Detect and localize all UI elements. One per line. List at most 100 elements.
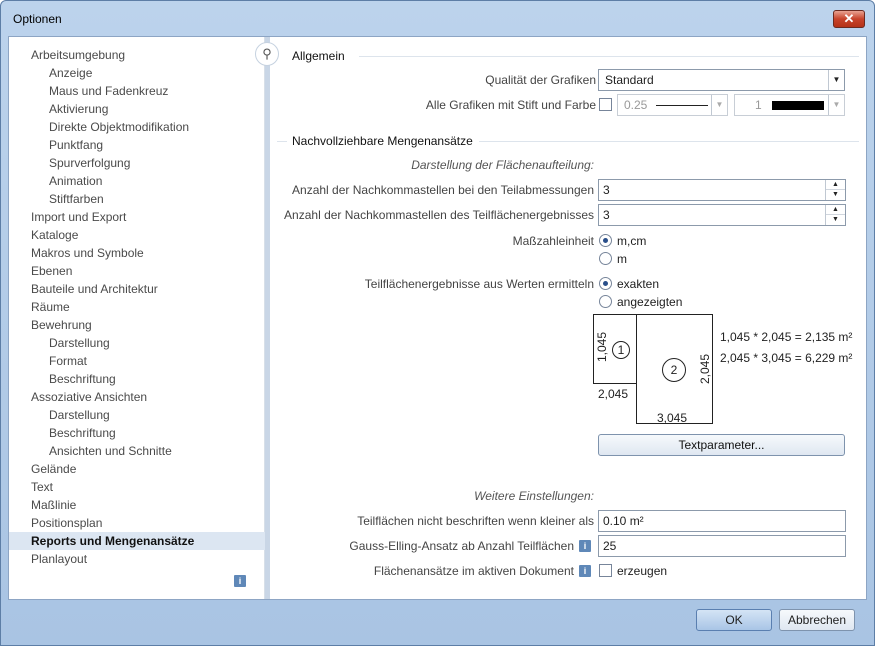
sidebar-item[interactable]: Spurverfolgung	[49, 154, 130, 172]
info-icon[interactable]: i	[234, 575, 246, 587]
chevron-down-icon: ▼	[711, 95, 727, 115]
left-width-label: 2,045	[598, 387, 629, 401]
left-height-label: 1,045	[595, 331, 609, 362]
options-sidebar: i Arbeitsumgebung Anzeige Maus und Fadenkr…	[9, 37, 265, 599]
sidebar-item[interactable]: Maus und Fadenkreuz	[49, 82, 168, 100]
quality-label: Qualität der Grafiken	[485, 73, 596, 87]
sidebar-item[interactable]: Reports und Mengenansätze	[9, 532, 265, 550]
sidebar-item[interactable]: Ebenen	[31, 262, 72, 280]
divider	[359, 56, 859, 57]
calc-label: Teilflächenergebnisse aus Werten ermitte…	[364, 277, 594, 291]
title-bar[interactable]: Optionen ✕	[1, 1, 874, 35]
area-label-1: 1	[612, 341, 630, 359]
flaechenaufteilung-subheading: Darstellung der Flächenaufteilung:	[411, 158, 594, 172]
info-icon[interactable]: i	[579, 565, 591, 577]
sidebar-item[interactable]: Darstellung	[49, 406, 110, 424]
calc-option-angezeigten[interactable]: angezeigten	[617, 295, 682, 309]
dialog-body: i Arbeitsumgebung Anzeige Maus und Fadenkr…	[8, 36, 867, 600]
sidebar-item[interactable]: Import und Export	[31, 208, 126, 226]
gauss-input[interactable]: 25	[598, 535, 846, 557]
sidebar-item[interactable]: Stiftfarben	[49, 190, 104, 208]
right-width-label: 3,045	[657, 411, 688, 425]
quality-value: Standard	[605, 73, 654, 87]
sidebar-item[interactable]: Animation	[49, 172, 102, 190]
divider	[277, 141, 287, 142]
stepper-buttons: ▲ ▼	[825, 205, 845, 225]
area-split-diagram: 1 2 1,045 2,045 2,045 3,045 1,045 * 2,04…	[593, 314, 863, 429]
chevron-down-icon: ▼	[828, 70, 844, 90]
color-dropdown[interactable]: 1 ▼	[734, 94, 845, 116]
pen-color-checkbox[interactable]	[599, 98, 612, 111]
sidebar-item[interactable]: Anzeige	[49, 64, 92, 82]
options-dialog: Optionen ✕ i Arbeitsumgebung Anzeige Maus …	[0, 0, 875, 646]
sidebar-item[interactable]: Darstellung	[49, 334, 110, 352]
min-area-input[interactable]: 0.10 m²	[598, 510, 846, 532]
pen-line-preview	[656, 105, 708, 106]
sidebar-item[interactable]: Format	[49, 352, 87, 370]
info-icon[interactable]: i	[579, 540, 591, 552]
calc-radio-angezeigten[interactable]	[599, 295, 612, 308]
section-mengenansaetze: Nachvollziehbare Mengenansätze	[292, 134, 473, 148]
stepper-buttons: ▲ ▼	[825, 180, 845, 200]
sidebar-splitter[interactable]	[265, 37, 270, 599]
section-allgemein: Allgemein	[292, 49, 345, 63]
decimals-result-stepper[interactable]: 3 ▲ ▼	[598, 204, 846, 226]
sidebar-item[interactable]: Räume	[31, 298, 70, 316]
color-value: 1	[755, 98, 762, 112]
sidebar-item[interactable]: Direkte Objektmodifikation	[49, 118, 189, 136]
sidebar-item[interactable]: Punktfang	[49, 136, 103, 154]
sidebar-item[interactable]: Maßlinie	[31, 496, 76, 514]
sidebar-item[interactable]: Kataloge	[31, 226, 78, 244]
sidebar-item[interactable]: Planlayout	[31, 550, 87, 568]
right-height-label: 2,045	[698, 353, 712, 384]
decimals-result-value: 3	[603, 208, 610, 222]
decimals-dims-label: Anzahl der Nachkommastellen bei den Teil…	[292, 183, 594, 197]
unit-option-mcm[interactable]: m,cm	[617, 234, 646, 248]
textparameter-button[interactable]: Textparameter...	[598, 434, 845, 456]
close-button[interactable]: ✕	[833, 10, 865, 28]
ok-button[interactable]: OK	[696, 609, 772, 631]
color-swatch	[772, 101, 824, 110]
sidebar-item[interactable]: Arbeitsumgebung	[31, 46, 125, 64]
stepper-up-icon[interactable]: ▲	[826, 205, 845, 215]
stepper-down-icon[interactable]: ▼	[826, 190, 845, 200]
sidebar-item[interactable]: Beschriftung	[49, 370, 116, 388]
min-area-value: 0.10 m²	[603, 514, 644, 528]
sidebar-item[interactable]: Positionsplan	[31, 514, 102, 532]
quality-dropdown[interactable]: Standard ▼	[598, 69, 845, 91]
sidebar-item[interactable]: Bauteile und Architektur	[31, 280, 158, 298]
calc-option-exakten[interactable]: exakten	[617, 277, 659, 291]
gauss-value: 25	[603, 539, 617, 553]
decimals-result-label: Anzahl der Nachkommastellen des Teilfläc…	[284, 208, 594, 222]
sidebar-item[interactable]: Beschriftung	[49, 424, 116, 442]
pen-value: 0.25	[624, 98, 648, 112]
sidebar-item[interactable]: Gelände	[31, 460, 76, 478]
doc-checkbox[interactable]	[599, 564, 612, 577]
sidebar-item[interactable]: Bewehrung	[31, 316, 92, 334]
pen-color-label: Alle Grafiken mit Stift und Farbe	[425, 98, 596, 112]
window-title: Optionen	[13, 12, 62, 26]
unit-radio-mcm[interactable]	[599, 234, 612, 247]
stepper-up-icon[interactable]: ▲	[826, 180, 845, 190]
unit-radio-m[interactable]	[599, 252, 612, 265]
doc-label: Flächenansätze im aktiven Dokument	[373, 564, 574, 578]
weitere-subheading: Weitere Einstellungen:	[474, 489, 594, 503]
sidebar-item[interactable]: Makros und Symbole	[31, 244, 144, 262]
min-area-label: Teilflächen nicht beschriften wenn klein…	[357, 514, 594, 528]
sidebar-item[interactable]: Ansichten und Schnitte	[49, 442, 172, 460]
stepper-down-icon[interactable]: ▼	[826, 215, 845, 225]
divider	[479, 141, 859, 142]
pen-dropdown[interactable]: 0.25 ▼	[617, 94, 728, 116]
sidebar-item[interactable]: Aktivierung	[49, 100, 108, 118]
unit-option-m[interactable]: m	[617, 252, 627, 266]
calc-radio-exakten[interactable]	[599, 277, 612, 290]
sidebar-item[interactable]: Assoziative Ansichten	[31, 388, 147, 406]
sidebar-item[interactable]: Text	[31, 478, 53, 496]
doc-checkbox-label[interactable]: erzeugen	[617, 564, 667, 578]
unit-label: Maßzahleinheit	[512, 234, 594, 248]
settings-panel: Allgemein Qualität der Grafiken Standard…	[271, 37, 866, 599]
decimals-dims-stepper[interactable]: 3 ▲ ▼	[598, 179, 846, 201]
formula-2: 2,045 * 3,045 = 6,229 m²	[720, 351, 853, 365]
cancel-button[interactable]: Abbrechen	[779, 609, 855, 631]
area-label-2: 2	[662, 358, 686, 382]
